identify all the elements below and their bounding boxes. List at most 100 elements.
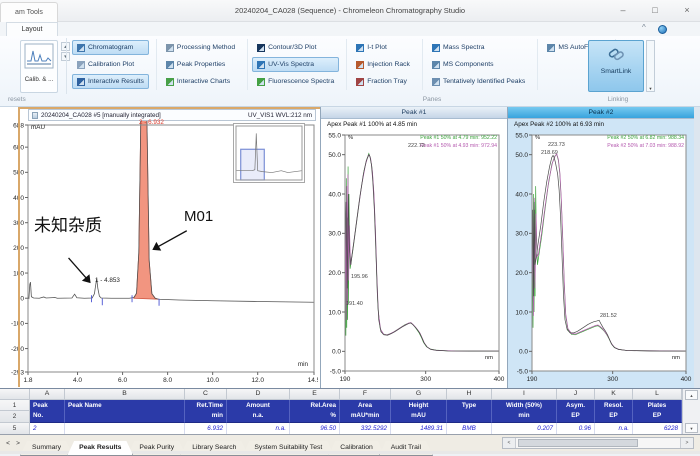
chromatogram-header[interactable]: 20240204_CA028 #5 [manually integrated] … — [28, 109, 316, 121]
overview-inset[interactable] — [233, 123, 305, 183]
chromatogram-pane[interactable]: 20240204_CA028 #5 [manually integrated] … — [0, 107, 320, 388]
interactive-charts-icon — [166, 78, 174, 86]
ribbon-button-fluorescence-spectra[interactable]: Fluorescence Spectra — [252, 74, 339, 89]
ribbon-button-contour-3d-plot[interactable]: Contour/3D Plot — [252, 40, 339, 55]
svg-text:30.0: 30.0 — [515, 231, 528, 238]
ribbon-button-tentatively-identified-peaks[interactable]: Tentatively Identified Peaks — [427, 74, 530, 89]
column-letter[interactable]: E — [290, 389, 340, 400]
sheet-nav-left-icon[interactable]: < — [3, 438, 13, 449]
preset-button[interactable]: Calib. & ... — [20, 40, 58, 93]
peak1-pane[interactable]: Peak #1 Apex Peak #1 100% at 4.85 min 19… — [320, 107, 507, 388]
chromatogram-icon — [77, 44, 85, 52]
hscroll-left-icon[interactable]: < — [503, 438, 516, 448]
bump-wavelength-label: 281.52 — [600, 313, 617, 319]
ribbon-button-label: Contour/3D Plot — [268, 44, 316, 51]
wavelength-label-a: 195.96 — [351, 274, 368, 280]
interactive-results-icon — [77, 78, 85, 86]
x-unit-label: nm — [485, 355, 493, 361]
ribbon-button-label: MS Components — [443, 61, 494, 68]
close-icon[interactable]: × — [676, 3, 698, 19]
sheet-nav-right-icon[interactable]: > — [13, 438, 23, 449]
y-unit-label: mAU — [31, 124, 45, 131]
ribbon-button-fraction-tray[interactable]: Fraction Tray — [351, 74, 415, 89]
annotation-m01: M01 — [184, 208, 213, 225]
column-letter[interactable]: K — [595, 389, 633, 400]
ribbon-button-peak-properties[interactable]: Peak Properties — [161, 57, 240, 72]
scroll-up-icon[interactable]: ▲ — [685, 390, 698, 400]
minimize-icon[interactable]: – — [612, 3, 634, 19]
svg-text:55.0: 55.0 — [328, 132, 341, 139]
help-icon[interactable] — [658, 25, 667, 34]
injection-rack-icon — [356, 61, 364, 69]
hscroll-thumb[interactable] — [518, 439, 638, 447]
annotation-unknown-impurity: 未知杂质 — [34, 211, 102, 236]
svg-text:-100: -100 — [11, 321, 24, 328]
svg-text:-200: -200 — [11, 346, 24, 353]
ribbon-button-processing-method[interactable]: Processing Method — [161, 40, 240, 55]
ribbon-button-injection-rack[interactable]: Injection Rack — [351, 57, 415, 72]
peak1-retention-label: 1 - 4.853 — [95, 277, 120, 284]
svg-text:50.0: 50.0 — [515, 152, 528, 159]
ribbon-tab-row: Layout ^ — [0, 22, 700, 36]
ribbon-button-label: Fraction Tray — [367, 78, 407, 85]
column-letter[interactable]: D — [227, 389, 290, 400]
svg-text:14.5: 14.5 — [308, 377, 318, 383]
smartlink-dropdown-icon[interactable]: ▼ — [646, 40, 655, 92]
horizontal-scrollbar[interactable]: < > — [502, 437, 694, 449]
ribbon-button-i-t-plot[interactable]: I-t Plot — [351, 40, 415, 55]
peak2-apex-line: Apex Peak #2 100% at 6.93 min — [508, 119, 694, 131]
column-letter[interactable]: C — [185, 389, 227, 400]
processing-method-icon — [166, 44, 174, 52]
svg-text:30.0: 30.0 — [328, 231, 341, 238]
legend-magenta: Peak #1 50% at 4.93 min: 972.94 — [420, 143, 497, 149]
collapse-ribbon-icon[interactable]: ^ — [642, 23, 646, 32]
ribbon-column: Processing Method Peak Properties Interact… — [157, 39, 248, 90]
maximize-icon[interactable]: □ — [644, 3, 666, 19]
ribbon-button-label: Fluorescence Spectra — [268, 78, 334, 85]
column-letter[interactable]: J — [557, 389, 595, 400]
svg-text:190: 190 — [527, 376, 538, 383]
peak1-spectrum-plot[interactable]: 19030040055.050.040.030.020.010.00.0-5.0 — [321, 131, 507, 383]
peak2-pane[interactable]: Peak #2 Apex Peak #2 100% at 6.93 min 19… — [507, 107, 694, 388]
svg-text:12.0: 12.0 — [251, 377, 264, 383]
smartlink-button[interactable]: SmartLink — [588, 40, 644, 92]
svg-text:200: 200 — [13, 245, 24, 252]
tab-layout[interactable]: Layout — [6, 22, 58, 36]
corner-cell[interactable] — [0, 389, 30, 400]
peak1-pane-header[interactable]: Peak #1 — [321, 107, 507, 119]
ribbon-button-chromatogram[interactable]: Chromatogram — [72, 40, 149, 55]
column-letter[interactable]: I — [492, 389, 557, 400]
svg-text:400: 400 — [494, 376, 505, 383]
tentatively-identified-peaks-icon — [432, 78, 440, 86]
ribbon-button-ms-components[interactable]: MS Components — [427, 57, 530, 72]
svg-text:1.8: 1.8 — [23, 377, 32, 383]
scroll-down-icon[interactable]: ▼ — [685, 423, 698, 433]
peak2-spectrum-plot[interactable]: 19030040055.050.040.030.020.010.00.0-5.0 — [508, 131, 694, 383]
ribbon-button-uv-vis-spectra[interactable]: UV-Vis Spectra — [252, 57, 339, 72]
peak2-retention-label: 2 - 6.932 — [139, 119, 164, 126]
ribbon: Calib. & ... ▲ ▼ ChromatogramCalibration… — [0, 36, 700, 107]
column-letter[interactable]: L — [633, 389, 682, 400]
ribbon-button-interactive-charts[interactable]: Interactive Charts — [161, 74, 240, 89]
peak2-pane-header[interactable]: Peak #2 — [508, 107, 694, 119]
column-letter[interactable]: G — [391, 389, 447, 400]
hscroll-track[interactable] — [516, 438, 680, 448]
injection-name: 20240204_CA028 #5 [manually integrated] — [41, 112, 161, 119]
ribbon-column: Mass Spectra MS Components Tentatively Ide… — [423, 39, 538, 90]
column-letter[interactable]: F — [340, 389, 391, 400]
column-letter[interactable]: B — [65, 389, 185, 400]
header-cell: Asym.EP — [557, 400, 595, 423]
ribbon-button-label: Mass Spectra — [443, 44, 485, 51]
ribbon-button-interactive-results[interactable]: Interactive Results — [72, 74, 149, 89]
ribbon-button-calibration-plot[interactable]: Calibration Plot — [72, 57, 149, 72]
column-letter[interactable]: A — [30, 389, 65, 400]
hscroll-right-icon[interactable]: > — [680, 438, 693, 448]
ribbon-column: Contour/3D Plot UV-Vis Spectra Fluorescenc… — [248, 39, 347, 90]
table-vertical-scrollbar[interactable]: ▲ ▼ — [682, 389, 700, 435]
svg-text:50.0: 50.0 — [328, 152, 341, 159]
column-letter[interactable]: H — [447, 389, 492, 400]
ribbon-button-label: Injection Rack — [367, 61, 410, 68]
ribbon-button-label: Interactive Charts — [177, 78, 230, 85]
ribbon-button-mass-spectra[interactable]: Mass Spectra — [427, 40, 530, 55]
header-cell: Resol.EP — [595, 400, 633, 423]
